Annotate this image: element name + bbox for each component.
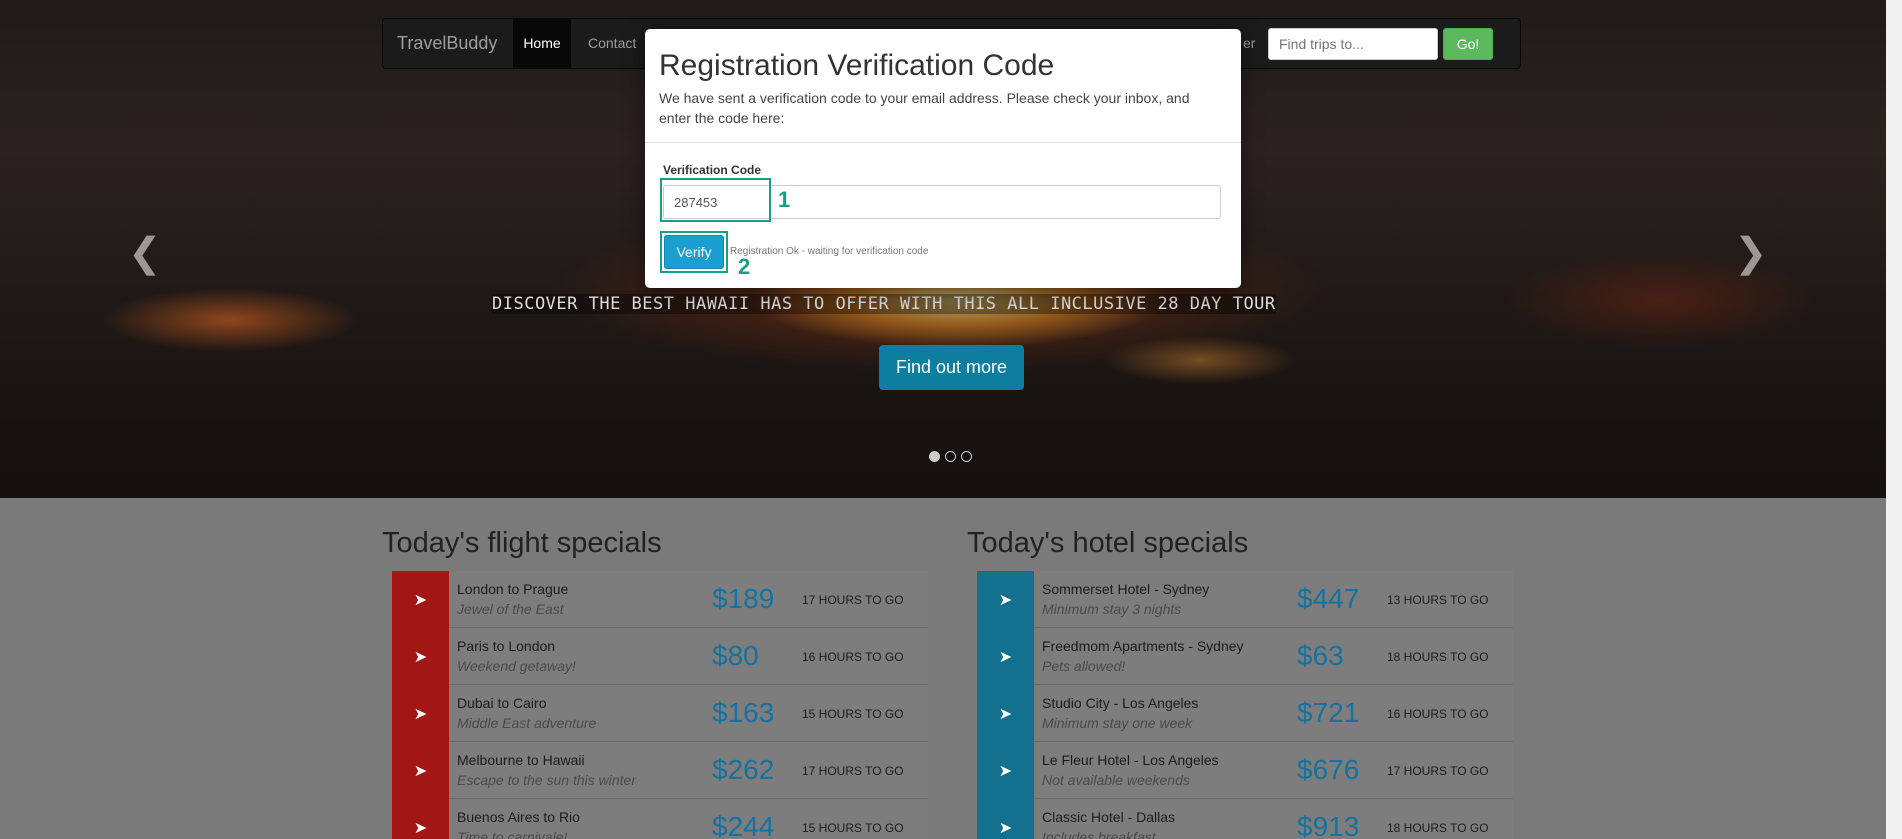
carousel-dot-3[interactable] — [961, 451, 972, 462]
modal-divider — [645, 142, 1241, 143]
item-price: $189 — [712, 583, 775, 614]
list-item[interactable]: ➤ Studio City - Los Angeles Minimum stay… — [977, 685, 1513, 742]
item-time-left: 18 HOURS TO GO — [1387, 821, 1489, 835]
item-name: Melbourne to Hawaii — [457, 752, 585, 768]
item-price: $447 — [1297, 583, 1360, 614]
item-subtitle: Not available weekends — [1042, 772, 1190, 788]
carousel-dot-1[interactable] — [929, 451, 940, 462]
item-name: Paris to London — [457, 638, 556, 654]
item-name: Le Fleur Hotel - Los Angeles — [1042, 752, 1219, 768]
plane-icon: ➤ — [392, 685, 449, 742]
item-subtitle: Weekend getaway! — [457, 658, 576, 674]
carousel-dot-2[interactable] — [945, 451, 956, 462]
item-price: $63 — [1297, 640, 1344, 671]
annotation-box-2 — [660, 231, 728, 273]
plane-icon: ➤ — [392, 742, 449, 799]
item-subtitle: Time to carnivale! — [457, 829, 568, 839]
item-subtitle: Jewel of the East — [457, 601, 564, 617]
plane-icon: ➤ — [977, 685, 1034, 742]
modal-description: We have sent a verification code to your… — [659, 90, 1190, 126]
annotation-label-1: 1 — [778, 187, 791, 212]
annotation-label-2: 2 — [738, 254, 751, 279]
item-name: Classic Hotel - Dallas — [1042, 809, 1176, 825]
item-price: $721 — [1297, 697, 1360, 728]
item-price: $676 — [1297, 754, 1360, 785]
list-item[interactable]: ➤ London to Prague Jewel of the East $18… — [392, 571, 928, 628]
item-time-left: 13 HOURS TO GO — [1387, 593, 1489, 607]
list-item[interactable]: ➤ Paris to London Weekend getaway! $80 1… — [392, 628, 928, 685]
verification-modal: Registration Verification Code We have s… — [645, 29, 1241, 288]
nav-home[interactable]: Home — [513, 19, 571, 68]
hotel-specials-title: Today's hotel specials — [967, 527, 1249, 559]
chevron-left-icon[interactable]: ❮ — [128, 230, 162, 276]
item-subtitle: Includes breakfast — [1042, 829, 1156, 839]
item-subtitle: Minimum stay one week — [1042, 715, 1193, 731]
plane-icon: ➤ — [977, 571, 1034, 628]
item-subtitle: Minimum stay 3 nights — [1042, 601, 1182, 617]
find-out-more-button[interactable]: Find out more — [879, 345, 1024, 390]
item-time-left: 17 HOURS TO GO — [802, 593, 904, 607]
flight-specials-title: Today's flight specials — [382, 527, 662, 559]
annotation-box-1 — [660, 178, 771, 222]
list-item[interactable]: ➤ Buenos Aires to Rio Time to carnivale!… — [392, 799, 928, 839]
item-name: Buenos Aires to Rio — [457, 809, 580, 825]
list-item[interactable]: ➤ Classic Hotel - Dallas Includes breakf… — [977, 799, 1513, 839]
list-item[interactable]: ➤ Dubai to Cairo Middle East adventure $… — [392, 685, 928, 742]
carousel-caption: DISCOVER THE BEST HAWAII HAS TO OFFER WI… — [492, 294, 1276, 314]
item-name: Sommerset Hotel - Sydney — [1042, 581, 1210, 597]
item-price: $913 — [1297, 811, 1360, 839]
item-price: $244 — [712, 811, 775, 839]
item-price: $262 — [712, 754, 775, 785]
item-name: Studio City - Los Angeles — [1042, 695, 1199, 711]
plane-icon: ➤ — [392, 799, 449, 839]
status-message: Registration Ok - waiting for verificati… — [730, 246, 929, 257]
item-name: London to Prague — [457, 581, 569, 597]
brand-logo[interactable]: TravelBuddy — [397, 33, 497, 54]
search-go-button[interactable]: Go! — [1443, 28, 1493, 60]
search-input[interactable] — [1268, 28, 1438, 60]
list-item[interactable]: ➤ Melbourne to Hawaii Escape to the sun … — [392, 742, 928, 799]
nav-item-partial[interactable]: er — [1243, 19, 1255, 68]
nav-contact[interactable]: Contact — [588, 19, 636, 68]
item-name: Freedmom Apartments - Sydney — [1042, 638, 1244, 654]
plane-icon: ➤ — [977, 742, 1034, 799]
item-time-left: 17 HOURS TO GO — [1387, 764, 1489, 778]
scrollbar[interactable] — [1886, 0, 1902, 839]
plane-icon: ➤ — [977, 628, 1034, 685]
verification-code-label: Verification Code — [663, 163, 762, 177]
item-price: $163 — [712, 697, 775, 728]
carousel-indicators — [929, 451, 972, 462]
item-time-left: 16 HOURS TO GO — [802, 650, 904, 664]
item-time-left: 17 HOURS TO GO — [802, 764, 904, 778]
item-time-left: 15 HOURS TO GO — [802, 821, 904, 835]
list-item[interactable]: ➤ Le Fleur Hotel - Los Angeles Not avail… — [977, 742, 1513, 799]
item-subtitle: Pets allowed! — [1042, 658, 1126, 674]
plane-icon: ➤ — [392, 571, 449, 628]
plane-icon: ➤ — [392, 628, 449, 685]
item-time-left: 16 HOURS TO GO — [1387, 707, 1489, 721]
list-item[interactable]: ➤ Sommerset Hotel - Sydney Minimum stay … — [977, 571, 1513, 628]
item-time-left: 18 HOURS TO GO — [1387, 650, 1489, 664]
chevron-right-icon[interactable]: ❯ — [1734, 230, 1768, 276]
hotel-specials-list: ➤ Sommerset Hotel - Sydney Minimum stay … — [977, 571, 1513, 839]
list-item[interactable]: ➤ Freedmom Apartments - Sydney Pets allo… — [977, 628, 1513, 685]
item-name: Dubai to Cairo — [457, 695, 547, 711]
plane-icon: ➤ — [977, 799, 1034, 839]
modal-title: Registration Verification Code — [659, 49, 1055, 82]
item-subtitle: Middle East adventure — [457, 715, 597, 731]
item-time-left: 15 HOURS TO GO — [802, 707, 904, 721]
item-price: $80 — [712, 640, 759, 671]
flight-specials-list: ➤ London to Prague Jewel of the East $18… — [392, 571, 928, 839]
item-subtitle: Escape to the sun this winter — [457, 772, 636, 788]
